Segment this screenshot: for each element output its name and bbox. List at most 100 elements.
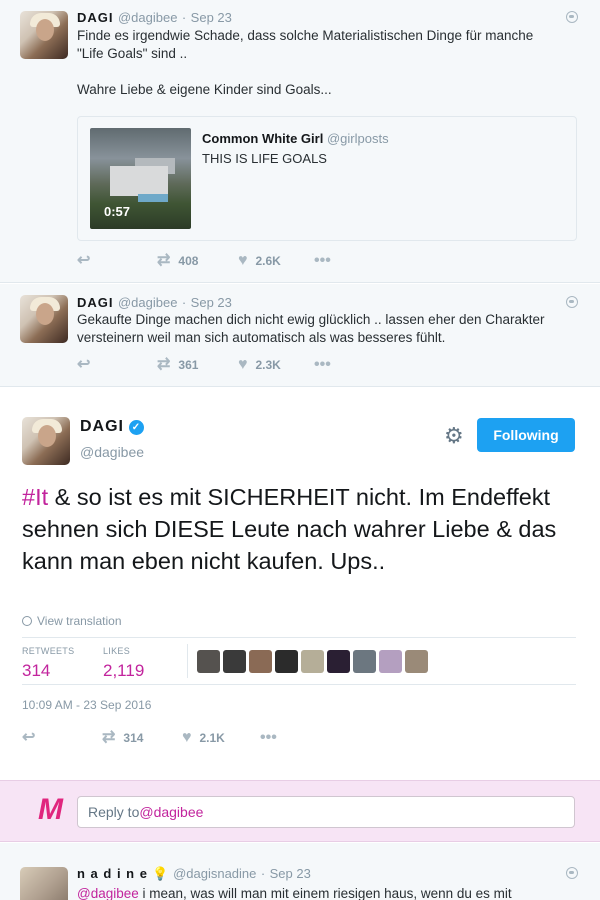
retweets-label: RETWEETS	[22, 646, 75, 656]
reply-icon: ↩	[77, 252, 91, 269]
likes-label: LIKES	[103, 646, 131, 656]
retweet-button[interactable]: ⇄ 361	[157, 357, 198, 373]
tweet-item[interactable]: n a d i n e 💡 @dagisnadine · Sep 23 @dag…	[0, 843, 600, 900]
retweets-stat[interactable]: RETWEETS 314	[22, 646, 74, 681]
liker-avatar[interactable]	[249, 650, 272, 673]
quoted-tweet[interactable]: 0:57 Common White Girl @girlposts THIS I…	[77, 116, 577, 241]
tweet-stats: RETWEETS 314 LIKES 2,119	[22, 637, 576, 685]
reply-button[interactable]: ↩	[77, 253, 90, 269]
globe-icon	[566, 296, 578, 308]
retweet-button[interactable]: ⇄ 408	[157, 253, 198, 269]
user-name[interactable]: n a d i n e	[77, 866, 148, 881]
liker-avatar[interactable]	[327, 650, 350, 673]
liker-avatar[interactable]	[197, 650, 220, 673]
more-button[interactable]: •••	[314, 357, 331, 373]
main-tweet: DAGI ✓ @dagibee ⚙ Following #It & so ist…	[0, 388, 600, 780]
user-name[interactable]: DAGI ✓	[80, 418, 144, 436]
like-button[interactable]: ♥ 2.6K	[238, 253, 281, 269]
reply-mention: @dagibee	[139, 804, 204, 820]
user-name[interactable]: DAGI	[77, 295, 114, 310]
retweet-count: 314	[123, 731, 144, 745]
quoted-name: Common White Girl	[202, 131, 324, 146]
heart-icon: ♥	[238, 356, 248, 373]
likes-stat[interactable]: LIKES 2,119	[103, 646, 144, 681]
tweet-text-body: i mean, was will man mit einem riesigen …	[138, 886, 512, 900]
video-thumbnail[interactable]: 0:57	[90, 128, 191, 229]
globe-icon	[566, 867, 578, 879]
heart-icon: ♥	[238, 252, 248, 269]
tweet-text-line: Gekaufte Dinge machen dich nicht ewig gl…	[77, 312, 545, 327]
more-button[interactable]: •••	[260, 730, 277, 746]
hashtag-link[interactable]: #It	[22, 484, 48, 510]
reply-button[interactable]: ↩	[22, 730, 35, 746]
user-handle[interactable]: @dagibee	[118, 10, 177, 25]
retweet-icon: ⇄	[157, 252, 171, 269]
user-name[interactable]: DAGI	[77, 10, 114, 25]
globe-icon	[22, 616, 32, 626]
like-count: 2.1K	[199, 731, 225, 745]
tweet-text-line: versteinern weil man sich automatisch al…	[77, 330, 446, 345]
more-button[interactable]: •••	[314, 253, 331, 269]
like-button[interactable]: ♥ 2.3K	[238, 357, 281, 373]
user-name-text: DAGI	[80, 418, 124, 435]
tweet-text: #It & so ist es mit SICHERHEIT nicht. Im…	[22, 481, 582, 577]
tweet-text-blank	[77, 63, 577, 81]
view-translation-label: View translation	[37, 614, 122, 628]
user-handle[interactable]: @dagisnadine	[173, 866, 256, 881]
retweet-button[interactable]: ⇄ 314	[102, 730, 143, 746]
reply-icon: ↩	[77, 356, 91, 373]
view-translation-link[interactable]: View translation	[22, 614, 122, 628]
reply-prefix: Reply to	[88, 804, 140, 820]
more-icon: •••	[314, 356, 331, 373]
more-icon: •••	[314, 252, 331, 269]
retweet-icon: ⇄	[102, 729, 116, 746]
tweet-header: n a d i n e 💡 @dagisnadine · Sep 23	[77, 865, 311, 883]
user-handle[interactable]: @dagibee	[80, 444, 144, 460]
like-button[interactable]: ♥ 2.1K	[182, 730, 225, 746]
tweet-item[interactable]: DAGI @dagibee · Sep 23 Finde es irgendwi…	[0, 0, 600, 283]
tweet-timestamp[interactable]: 10:09 AM - 23 Sep 2016	[22, 698, 151, 712]
reply-bar: M Reply to @dagibee	[0, 780, 600, 842]
reply-input[interactable]: Reply to @dagibee	[77, 796, 575, 828]
quoted-author[interactable]: Common White Girl @girlposts	[202, 131, 389, 146]
tweet-date[interactable]: Sep 23	[270, 866, 311, 881]
gear-icon[interactable]: ⚙	[444, 425, 464, 447]
divider	[187, 644, 188, 678]
liker-avatar[interactable]	[379, 650, 402, 673]
retweet-icon: ⇄	[157, 356, 171, 373]
video-duration: 0:57	[104, 204, 131, 219]
avatar[interactable]	[22, 417, 70, 465]
separator-dot: ·	[181, 295, 187, 310]
tweet-text-line: Finde es irgendwie Schade, dass solche M…	[77, 28, 534, 43]
user-handle[interactable]: @dagibee	[118, 295, 177, 310]
likes-value: 2,119	[103, 661, 145, 680]
reply-icon: ↩	[22, 729, 36, 746]
tweet-text-line: "Life Goals" sind ..	[77, 46, 188, 61]
liker-avatar[interactable]	[223, 650, 246, 673]
liker-avatar[interactable]	[301, 650, 324, 673]
globe-icon	[566, 11, 578, 23]
tweet-date[interactable]: Sep 23	[191, 10, 232, 25]
like-count: 2.6K	[255, 254, 281, 268]
mention-link[interactable]: @dagibee	[77, 886, 139, 900]
like-count: 2.3K	[255, 358, 281, 372]
tweet-text: Finde es irgendwie Schade, dass solche M…	[77, 27, 577, 99]
following-button[interactable]: Following	[477, 418, 575, 452]
liker-avatars	[197, 650, 428, 673]
tweet-date[interactable]: Sep 23	[191, 295, 232, 310]
reply-button[interactable]: ↩	[77, 357, 90, 373]
tweet-item[interactable]: DAGI @dagibee · Sep 23 Gekaufte Dinge ma…	[0, 284, 600, 387]
retweets-value: 314	[22, 661, 51, 680]
avatar[interactable]	[20, 11, 68, 59]
tweet-text: Gekaufte Dinge machen dich nicht ewig gl…	[77, 311, 577, 347]
quoted-handle: @girlposts	[326, 131, 389, 146]
tweet-header: DAGI @dagibee · Sep 23	[77, 9, 232, 27]
avatar[interactable]	[20, 867, 68, 900]
lightbulb-emoji-icon: 💡	[152, 866, 169, 881]
retweet-count: 408	[178, 254, 199, 268]
liker-avatar[interactable]	[353, 650, 376, 673]
avatar[interactable]	[20, 295, 68, 343]
liker-avatar[interactable]	[405, 650, 428, 673]
liker-avatar[interactable]	[275, 650, 298, 673]
more-icon: •••	[260, 729, 277, 746]
